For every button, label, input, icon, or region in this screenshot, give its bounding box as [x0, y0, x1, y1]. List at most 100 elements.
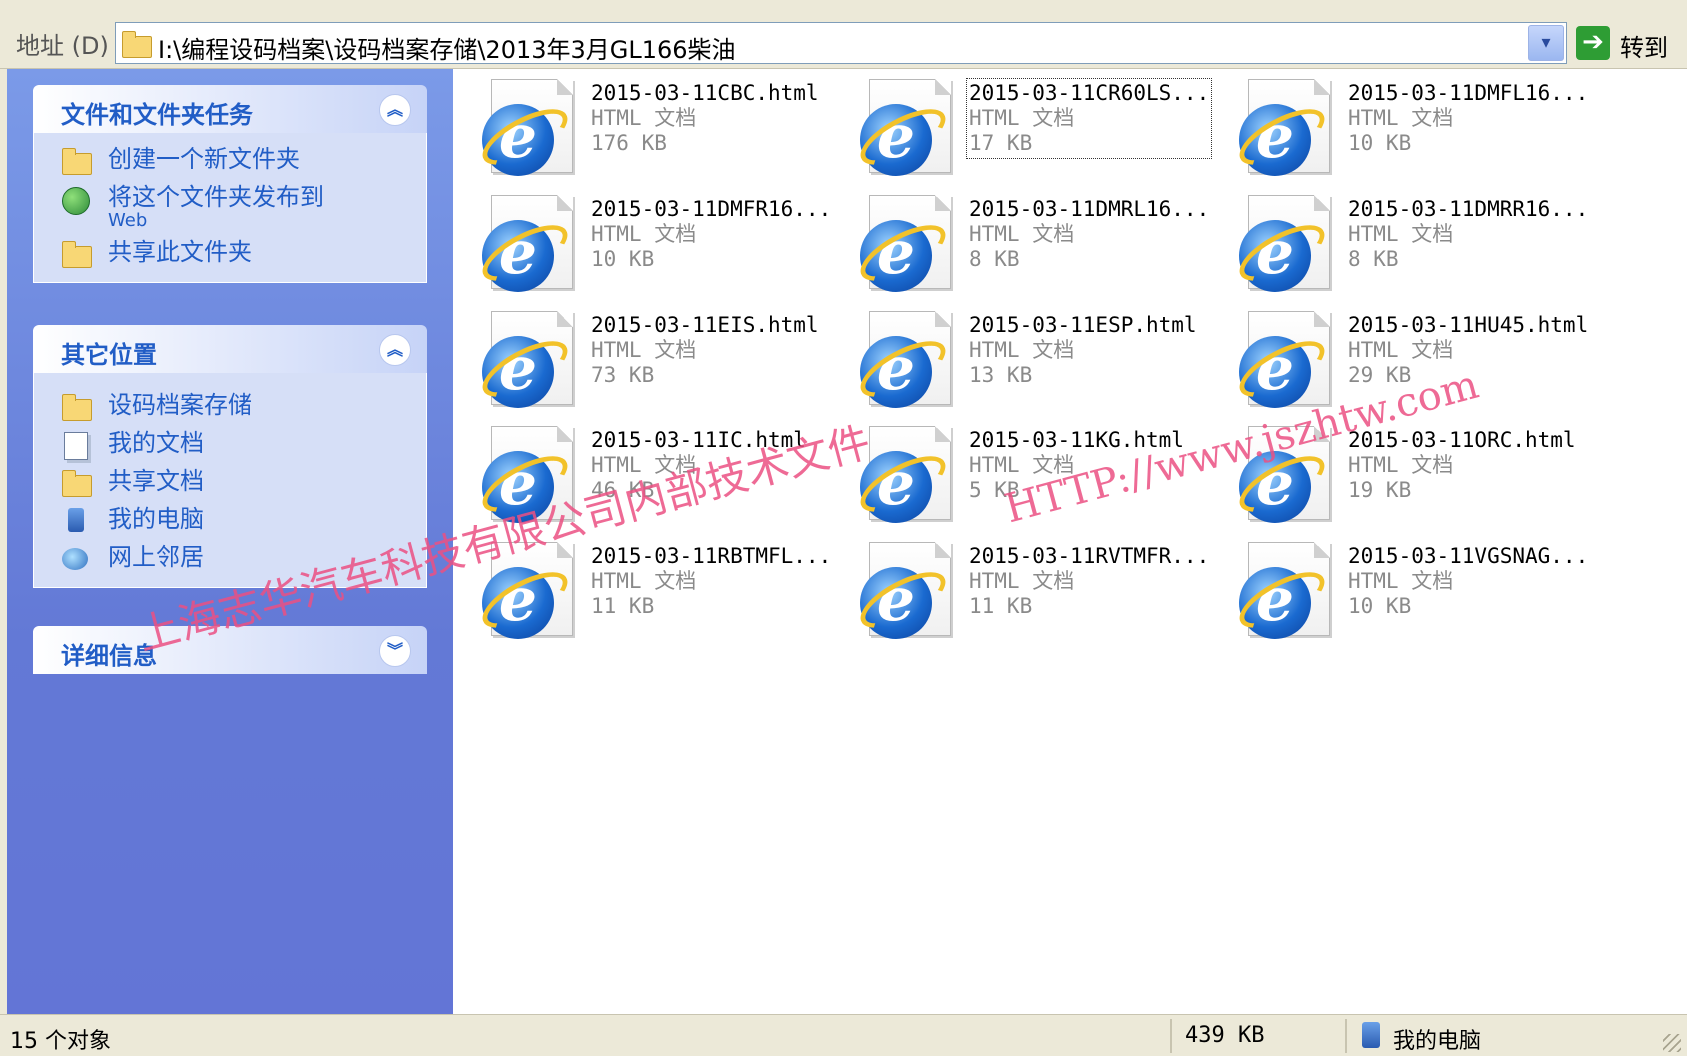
new-folder-icon: [60, 145, 94, 175]
file-type: HTML 文档: [591, 338, 697, 362]
file-name: 2015-03-11CR60LS...: [969, 81, 1210, 105]
file-type: HTML 文档: [1348, 338, 1454, 362]
html-document-icon: e: [852, 542, 954, 639]
file-item[interactable]: e 2015-03-11VGSNAG... HTML 文档 10 KB: [1230, 534, 1600, 639]
html-document-icon: e: [474, 79, 576, 176]
place-shared-documents[interactable]: 共享文档: [34, 463, 426, 501]
file-size: 10 KB: [1348, 594, 1412, 618]
go-button[interactable]: ➔ 转到: [1576, 24, 1684, 62]
file-size: 19 KB: [1348, 478, 1412, 502]
file-list-pane: e 2015-03-11CBC.html HTML 文档 176 KB e 2015-03…: [453, 69, 1687, 1014]
address-input[interactable]: I:\编程设码档案\设码档案存储\2013年3月GL166柴油 ▾: [115, 22, 1567, 64]
file-item[interactable]: e 2015-03-11ESP.html HTML 文档 13 KB: [851, 303, 1221, 408]
file-size: 13 KB: [969, 363, 1033, 387]
file-size: 17 KB: [969, 131, 1033, 155]
html-document-icon: e: [1231, 195, 1333, 292]
file-tasks-title: 文件和文件夹任务: [61, 101, 253, 129]
address-bar: 地址 (D) I:\编程设码档案\设码档案存储\2013年3月GL166柴油 ▾…: [0, 10, 1687, 69]
task-new-folder[interactable]: 创建一个新文件夹: [34, 141, 426, 179]
file-text: 2015-03-11ESP.html HTML 文档 13 KB: [969, 313, 1197, 388]
network-icon: [60, 543, 94, 573]
file-size: 8 KB: [969, 247, 1020, 271]
file-item[interactable]: e 2015-03-11DMRR16... HTML 文档 8 KB: [1230, 187, 1600, 292]
file-text: 2015-03-11VGSNAG... HTML 文档 10 KB: [1348, 544, 1588, 619]
html-document-icon: e: [1231, 311, 1333, 408]
file-name: 2015-03-11DMRL16...: [969, 197, 1210, 221]
file-type: HTML 文档: [1348, 106, 1454, 130]
html-document-icon: e: [852, 79, 954, 176]
place-label: 设码档案存储: [108, 391, 252, 419]
place-archive-storage[interactable]: 设码档案存储: [34, 387, 426, 425]
file-item[interactable]: e 2015-03-11CR60LS... HTML 文档 17 KB: [851, 71, 1221, 176]
resize-grip[interactable]: [1663, 1034, 1681, 1052]
status-divider: [1345, 1019, 1347, 1053]
html-document-icon: e: [852, 311, 954, 408]
place-label: 我的文档: [108, 429, 204, 457]
my-computer-icon: [1362, 1022, 1380, 1048]
file-type: HTML 文档: [1348, 453, 1454, 477]
collapse-chevron-up-icon[interactable]: ︽: [379, 94, 411, 126]
task-label: 将这个文件夹发布到: [108, 183, 324, 211]
file-text: 2015-03-11DMRR16... HTML 文档 8 KB: [1348, 197, 1588, 272]
html-document-icon: e: [474, 311, 576, 408]
file-type: HTML 文档: [591, 222, 697, 246]
file-name: 2015-03-11VGSNAG...: [1348, 544, 1589, 568]
other-places-header[interactable]: 其它位置 ︽: [33, 325, 427, 373]
file-tasks-body: 创建一个新文件夹 将这个文件夹发布到 Web 共享此文件夹: [33, 133, 427, 283]
expand-chevron-down-icon[interactable]: ︾: [379, 635, 411, 667]
html-document-icon: e: [852, 426, 954, 523]
file-tasks-header[interactable]: 文件和文件夹任务 ︽: [33, 85, 427, 133]
address-dropdown-button[interactable]: ▾: [1528, 25, 1564, 61]
file-item[interactable]: e 2015-03-11EIS.html HTML 文档 73 KB: [473, 303, 843, 408]
task-publish-web[interactable]: 将这个文件夹发布到 Web: [34, 179, 426, 234]
place-label: 网上邻居: [108, 543, 204, 571]
task-share-folder[interactable]: 共享此文件夹: [34, 234, 426, 272]
file-item[interactable]: e 2015-03-11DMFL16... HTML 文档 10 KB: [1230, 71, 1600, 176]
collapse-chevron-up-icon[interactable]: ︽: [379, 334, 411, 366]
publish-web-icon: [60, 183, 94, 215]
file-type: HTML 文档: [591, 106, 697, 130]
share-folder-icon: [60, 238, 94, 268]
file-text: 2015-03-11RVTMFR... HTML 文档 11 KB: [969, 544, 1209, 619]
file-size: 11 KB: [969, 594, 1033, 618]
file-item[interactable]: e 2015-03-11DMFR16... HTML 文档 10 KB: [473, 187, 843, 292]
file-item[interactable]: e 2015-03-11DMRL16... HTML 文档 8 KB: [851, 187, 1221, 292]
html-document-icon: e: [852, 195, 954, 292]
file-type: HTML 文档: [969, 222, 1075, 246]
file-type: HTML 文档: [1348, 222, 1454, 246]
file-name: 2015-03-11EIS.html: [591, 313, 819, 337]
address-path[interactable]: I:\编程设码档案\设码档案存储\2013年3月GL166柴油: [158, 30, 736, 65]
file-name: 2015-03-11RVTMFR...: [969, 544, 1210, 568]
file-text: 2015-03-11EIS.html HTML 文档 73 KB: [591, 313, 819, 388]
file-item[interactable]: e 2015-03-11RVTMFR... HTML 文档 11 KB: [851, 534, 1221, 639]
file-name: 2015-03-11CBC.html: [591, 81, 819, 105]
file-name: 2015-03-11DMFL16...: [1348, 81, 1589, 105]
folder-icon: [60, 391, 94, 421]
file-name: 2015-03-11DMFR16...: [591, 197, 832, 221]
file-text: 2015-03-11DMRL16... HTML 文档 8 KB: [969, 197, 1209, 272]
status-location: 我的电脑: [1393, 1029, 1482, 1054]
task-label: 创建一个新文件夹: [108, 145, 300, 173]
status-total-size: 439 KB: [1185, 1023, 1265, 1048]
file-type: HTML 文档: [591, 569, 697, 593]
html-document-icon: e: [1231, 79, 1333, 176]
file-size: 10 KB: [591, 247, 655, 271]
my-documents-icon: [60, 429, 94, 460]
address-label: 地址 (D): [16, 32, 109, 60]
file-text: 2015-03-11DMFL16... HTML 文档 10 KB: [1348, 81, 1588, 156]
window-top-strip: [0, 0, 1687, 10]
file-text: 2015-03-11DMFR16... HTML 文档 10 KB: [591, 197, 831, 272]
file-name: 2015-03-11HU45.html: [1348, 313, 1589, 337]
status-bar: 15 个对象 439 KB 我的电脑: [0, 1014, 1687, 1056]
task-sublabel: Web: [108, 210, 148, 231]
file-type: HTML 文档: [969, 569, 1075, 593]
file-item[interactable]: e 2015-03-11CBC.html HTML 文档 176 KB: [473, 71, 843, 176]
place-my-documents[interactable]: 我的文档: [34, 425, 426, 463]
file-size: 11 KB: [591, 594, 655, 618]
place-my-computer[interactable]: 我的电脑: [34, 501, 426, 539]
file-name: 2015-03-11RBTMFL...: [591, 544, 832, 568]
html-document-icon: e: [474, 195, 576, 292]
other-places-title: 其它位置: [61, 341, 157, 369]
file-type: HTML 文档: [969, 338, 1075, 362]
file-size: 176 KB: [591, 131, 667, 155]
